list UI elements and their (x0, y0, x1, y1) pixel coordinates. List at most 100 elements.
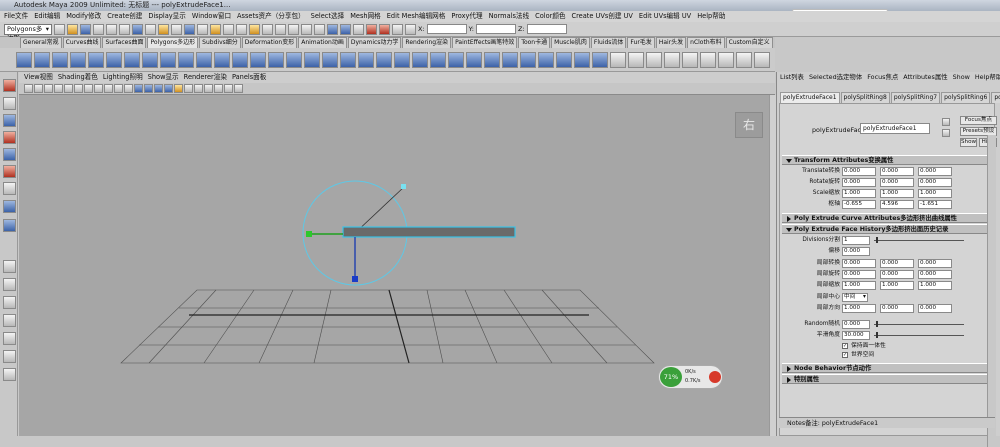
output-history-icon[interactable] (340, 23, 351, 35)
mask-misc-icon[interactable] (223, 23, 234, 35)
pivot-z-field[interactable]: -1.651 (918, 200, 952, 209)
tab-muscle[interactable]: Muscle肌肉 (551, 37, 590, 48)
highlight-selection-icon[interactable] (249, 23, 260, 35)
safe-title-icon[interactable] (124, 84, 133, 93)
collapse-icon[interactable] (538, 51, 554, 68)
input-line-icon[interactable] (405, 23, 416, 35)
menu-create[interactable]: Create创建 (107, 11, 142, 22)
mask-render-icon[interactable] (210, 23, 221, 35)
menu-file[interactable]: File文件 (4, 11, 28, 22)
keep-faces-checkbox[interactable]: ✓ (842, 343, 848, 349)
append-icon[interactable] (412, 51, 428, 68)
isolate-icon[interactable] (234, 84, 243, 93)
scale-x-field[interactable]: 1.000 (842, 189, 876, 198)
translate-z-field[interactable]: 0.000 (918, 167, 952, 176)
menu-modify[interactable]: Modify修改 (66, 11, 101, 22)
divisions-slider-knob[interactable] (876, 237, 878, 243)
tab-polysplitring7[interactable]: polySplitRing7 (890, 92, 941, 103)
poly-torus-icon[interactable] (106, 51, 122, 68)
viewport-scrollbar[interactable] (769, 95, 776, 436)
poly-pipe-icon[interactable] (160, 51, 176, 68)
random-slider-knob[interactable] (876, 321, 878, 327)
rotate-y-field[interactable]: 0.000 (880, 178, 914, 187)
layout-trax-icon[interactable] (3, 368, 16, 381)
lasso-tool-icon[interactable] (3, 97, 16, 110)
random-field[interactable]: 0.000 (842, 320, 870, 329)
manipulator-icon[interactable] (3, 182, 16, 195)
boolean-union-icon[interactable] (304, 51, 320, 68)
scale-y-field[interactable]: 1.000 (880, 189, 914, 198)
tab-polysplitring8[interactable]: polySplitRing8 (840, 92, 890, 103)
render-settings-icon[interactable] (392, 23, 403, 35)
poly-plane-icon[interactable] (88, 51, 104, 68)
viewcube[interactable]: 右 (735, 112, 763, 138)
random-slider[interactable] (874, 324, 964, 325)
paint-select-icon[interactable] (3, 114, 16, 127)
gate-mask-icon[interactable] (94, 84, 103, 93)
tab-polysplit[interactable]: polySplit (991, 92, 1000, 103)
extruded-face-mesh[interactable] (342, 226, 516, 238)
layout-uv-icon[interactable] (754, 51, 770, 68)
menu-mesh[interactable]: Mesh网格 (350, 11, 381, 22)
menu-select[interactable]: Select选择 (311, 11, 345, 22)
z-field[interactable] (526, 24, 567, 34)
tab-polysplitring6[interactable]: polySplitRing6 (941, 92, 991, 103)
node-name-field[interactable]: polyExtrudeFace1 (860, 123, 930, 134)
snap-point-icon[interactable] (288, 23, 299, 35)
poly-pyramid-icon[interactable] (142, 51, 158, 68)
poly-cube-icon[interactable] (34, 51, 50, 68)
section-node-behavior[interactable]: Node Behavior节点动作 (782, 363, 994, 373)
attr-menu-help[interactable]: Help帮助 (975, 72, 1000, 83)
mask-handle-icon[interactable] (132, 23, 143, 35)
spherical-map-icon[interactable] (664, 51, 680, 68)
tab-dynamics[interactable]: Dynamics动力学 (347, 37, 402, 48)
offset-loop-icon[interactable] (484, 51, 500, 68)
tab-deformation[interactable]: Deformation变形 (241, 37, 298, 48)
new-scene-icon[interactable] (54, 23, 65, 35)
divisions-slider[interactable] (874, 240, 964, 241)
tab-subdivs[interactable]: Subdivs细分 (199, 37, 241, 48)
select-component-icon[interactable] (119, 23, 130, 35)
smooth-shade-icon[interactable] (144, 84, 153, 93)
translate-y-field[interactable]: 0.000 (880, 167, 914, 176)
go-to-input-icon[interactable] (942, 118, 950, 126)
layout-outliner-icon[interactable] (3, 332, 16, 345)
poly-platonic-icon[interactable] (214, 51, 230, 68)
rotate-tool-icon[interactable] (3, 148, 16, 161)
construction-history-icon[interactable] (353, 23, 364, 35)
tab-custom[interactable]: Custom自定义 (725, 37, 773, 48)
poly-soccer-icon[interactable] (196, 51, 212, 68)
pivot-x-field[interactable]: -0.655 (842, 200, 876, 209)
show-button[interactable]: Show (960, 138, 977, 147)
manipulator-y-handle[interactable] (352, 276, 358, 282)
lights-icon[interactable] (174, 84, 183, 93)
poly-cylinder-icon[interactable] (52, 51, 68, 68)
attr-menu-focus[interactable]: Focus焦点 (867, 72, 898, 83)
panel-menu-renderer[interactable]: Renderer渲染 (184, 72, 227, 83)
combine-icon[interactable] (232, 51, 248, 68)
menu-help[interactable]: Help帮助 (697, 11, 725, 22)
mask-surface-icon[interactable] (171, 23, 182, 35)
section-face-history[interactable]: Poly Extrude Face History多边形挤出面历史记录 (782, 224, 994, 234)
hq-render-icon[interactable] (224, 84, 233, 93)
local-translate-y-field[interactable]: 0.000 (880, 259, 914, 268)
move-tool-icon[interactable] (3, 131, 16, 144)
layout-four-icon[interactable] (3, 278, 16, 291)
panel-menu-panels[interactable]: Panels面板 (232, 72, 266, 83)
camera-attr-icon[interactable] (34, 84, 43, 93)
local-direction-z-field[interactable]: 0.000 (918, 304, 952, 313)
smoothing-slider[interactable] (874, 335, 964, 336)
poly-cone-icon[interactable] (70, 51, 86, 68)
xray-joints-icon[interactable] (204, 84, 213, 93)
tab-surfaces[interactable]: Surfaces曲面 (102, 37, 147, 48)
open-scene-icon[interactable] (67, 23, 78, 35)
scale-tool-icon[interactable] (3, 165, 16, 178)
section-transform[interactable]: Transform Attributes变换属性 (782, 155, 994, 165)
attr-menu-attributes[interactable]: Attributes属性 (903, 72, 947, 83)
tab-curves[interactable]: Curves曲线 (62, 37, 102, 48)
attr-scrollbar[interactable] (987, 135, 996, 447)
mask-dynamic-icon[interactable] (197, 23, 208, 35)
smoothing-slider-knob[interactable] (876, 332, 878, 338)
planar-map-icon[interactable] (628, 51, 644, 68)
menu-proxy[interactable]: Proxy代理 (451, 11, 482, 22)
